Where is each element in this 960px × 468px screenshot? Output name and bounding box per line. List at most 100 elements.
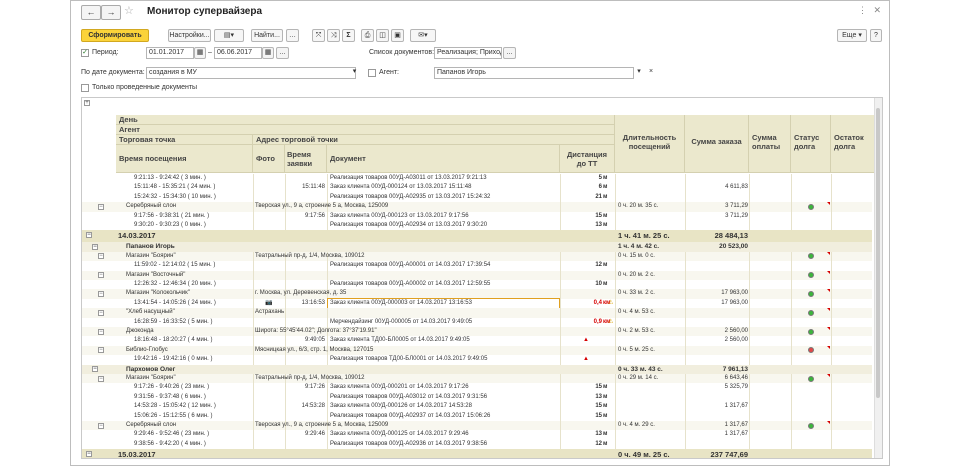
menu-dots-icon[interactable]: ⋮ bbox=[858, 5, 867, 16]
collapse-groups-icon[interactable]: ⤨ bbox=[327, 29, 340, 42]
expand-groups-icon[interactable]: ⤧ bbox=[312, 29, 325, 42]
agent-input[interactable]: Папанов Игорь bbox=[434, 67, 634, 79]
visit-row[interactable]: 19:42:16 - 19:42:16 ( 0 мин. ) Реализация… bbox=[82, 355, 872, 365]
settings-button[interactable]: Настройки... bbox=[168, 29, 211, 42]
back-arrow-icon[interactable]: ← bbox=[81, 5, 101, 20]
collapse-group-icon[interactable]: − bbox=[86, 450, 92, 457]
collapse-group-icon[interactable]: − bbox=[98, 203, 104, 210]
visit-row[interactable]: 15:06:26 - 15:12:55 ( 6 мин. ) Реализация… bbox=[82, 411, 872, 421]
favorite-star-icon[interactable]: ☆ bbox=[124, 4, 134, 17]
only-posted-checkbox[interactable] bbox=[81, 84, 89, 92]
visit-row[interactable]: 9:30:20 - 9:30:23 ( 0 мин. ) Реализация т… bbox=[82, 221, 872, 231]
more-label: Еще bbox=[842, 32, 857, 39]
save-icon[interactable]: ▣ bbox=[391, 29, 404, 42]
date-from-input[interactable]: 01.01.2017 bbox=[146, 47, 194, 59]
column-divider bbox=[253, 192, 254, 203]
scrollbar-thumb[interactable] bbox=[876, 108, 880, 398]
calendar-to-icon[interactable]: ▦ bbox=[262, 47, 274, 59]
outlet-row[interactable]: − Серебряный слон Тверская ул., 9 а, строе… bbox=[82, 202, 872, 212]
column-divider bbox=[560, 411, 561, 421]
visit-row[interactable]: 14:53:28 - 15:05:42 ( 12 мин. ) 14:53:28 З… bbox=[82, 402, 872, 412]
agent-clear-icon[interactable]: × bbox=[646, 67, 656, 79]
outlet-row[interactable]: − Магазин "Восточный" 0 ч. 20 м. 2 с. bbox=[82, 270, 872, 280]
collapse-group-icon[interactable]: − bbox=[98, 290, 104, 297]
doc-list-select-button[interactable]: ... bbox=[503, 47, 516, 59]
column-divider bbox=[831, 383, 832, 393]
outlet-row[interactable]: − "Хлеб насущный" Астрахань 0 ч. 4 м. 53 с. bbox=[82, 308, 872, 318]
column-divider bbox=[749, 308, 750, 318]
collapse-group-icon[interactable]: − bbox=[98, 272, 104, 279]
period-checkbox[interactable]: ✓ bbox=[81, 49, 89, 57]
visit-row[interactable]: 13:41:54 - 14:05:26 ( 24 мин. ) 📷 13:16:53… bbox=[82, 297, 872, 309]
variant-dropdown-button[interactable]: ▤▾ bbox=[214, 29, 244, 42]
collapse-group-icon[interactable]: − bbox=[92, 366, 98, 373]
forward-arrow-icon[interactable]: → bbox=[101, 5, 121, 20]
visit-row[interactable]: 9:38:56 - 9:42:20 ( 4 мин. ) Реализация т… bbox=[82, 439, 872, 450]
collapse-group-icon[interactable]: − bbox=[98, 328, 104, 335]
column-divider bbox=[831, 402, 832, 412]
collapse-group-icon[interactable]: − bbox=[98, 309, 104, 316]
camera-icon[interactable]: 📷 bbox=[265, 299, 272, 308]
collapse-group-icon[interactable]: − bbox=[98, 253, 104, 260]
visit-row[interactable]: 15:24:32 - 15:34:30 ( 10 мин. ) Реализаци… bbox=[82, 192, 872, 203]
expand-all-icon[interactable]: + bbox=[84, 100, 90, 106]
visit-row[interactable]: 9:17:56 - 9:38:31 ( 21 мин. ) 9:17:56 Зака… bbox=[82, 211, 872, 221]
column-divider bbox=[615, 327, 616, 337]
visit-row[interactable]: 9:31:56 - 9:37:48 ( 6 мин. ) Реализация т… bbox=[82, 392, 872, 403]
find-button[interactable]: Найти... bbox=[251, 29, 283, 42]
column-divider bbox=[285, 336, 286, 346]
vertical-scrollbar[interactable] bbox=[874, 98, 882, 458]
column-divider bbox=[749, 439, 750, 450]
close-icon[interactable]: ✕ bbox=[873, 5, 881, 16]
help-button[interactable]: ? bbox=[870, 29, 882, 42]
sum-icon[interactable]: Σ bbox=[342, 29, 355, 42]
outlet-row[interactable]: − Магазин "Боярин" Театральный пр-д, 1/4, … bbox=[82, 251, 872, 262]
chevron-down-icon[interactable]: ▾ bbox=[350, 67, 359, 79]
collapse-group-icon[interactable]: − bbox=[98, 375, 104, 382]
agent-row[interactable]: − Пархомов Олег 0 ч. 33 м. 43 с. 7 961,13 bbox=[82, 364, 872, 374]
collapse-group-icon[interactable]: − bbox=[98, 422, 104, 429]
outlet-row[interactable]: − Библио-Глобус Мясницкая ул., 6/3, стр. 1… bbox=[82, 345, 872, 356]
outlet-row[interactable]: − Серебряный слон Тверская ул., 9 а, строе… bbox=[82, 421, 872, 431]
visit-row[interactable]: 11:59:02 - 12:14:02 ( 15 мин. ) Реализаци… bbox=[82, 261, 872, 271]
visit-row[interactable]: 9:29:46 - 9:52:46 ( 23 мин. ) 9:29:46 Зака… bbox=[82, 430, 872, 440]
by-doc-date-select[interactable]: создания в МУ bbox=[146, 67, 356, 79]
collapse-group-icon[interactable]: − bbox=[92, 243, 98, 250]
column-divider bbox=[615, 261, 616, 271]
mail-icon[interactable]: ✉▾ bbox=[410, 29, 436, 42]
print-icon[interactable]: ⎙ bbox=[361, 29, 374, 42]
column-divider bbox=[791, 439, 792, 450]
visit-row[interactable]: 12:26:32 - 12:46:34 ( 20 мин. ) Реализаци… bbox=[82, 280, 872, 290]
period-select-button[interactable]: ... bbox=[276, 47, 289, 59]
day-row[interactable]: −14.03.2017 1 ч. 41 м. 25 с. 28 484,13 bbox=[82, 230, 872, 243]
column-divider bbox=[253, 392, 254, 403]
location-alert-icon: ▲ bbox=[583, 337, 589, 344]
agent-checkbox[interactable] bbox=[368, 69, 376, 77]
more-button[interactable]: Еще ▾ bbox=[837, 29, 867, 42]
column-divider bbox=[831, 355, 832, 365]
collapse-group-icon[interactable]: − bbox=[98, 347, 104, 354]
day-row[interactable]: −15.03.2017 0 ч. 49 м. 25 с. 237 747,69 bbox=[82, 449, 872, 458]
calendar-from-icon[interactable]: ▦ bbox=[194, 47, 206, 59]
preview-icon[interactable]: ◫ bbox=[376, 29, 389, 42]
visit-row[interactable]: 18:16:48 - 18:20:27 ( 4 мин. ) 9:49:05 Зак… bbox=[82, 336, 872, 346]
generate-button[interactable]: Сформировать bbox=[81, 29, 149, 42]
date-to-input[interactable]: 06.06.2017 bbox=[214, 47, 262, 59]
visit-row[interactable]: 15:11:48 - 15:35:21 ( 24 мин. ) 15:11:48 З… bbox=[82, 183, 872, 193]
outlet-row[interactable]: − Магазин "Боярин" Театральный пр-д, 1/4, … bbox=[82, 374, 872, 384]
agent-chevron-down-icon[interactable]: ▾ bbox=[634, 67, 644, 79]
column-divider bbox=[327, 411, 328, 421]
column-divider bbox=[791, 402, 792, 412]
column-divider bbox=[253, 383, 254, 393]
collapse-group-icon[interactable]: − bbox=[86, 231, 92, 238]
comment-marker-icon bbox=[827, 327, 830, 330]
find-next-icon[interactable]: … bbox=[286, 29, 299, 42]
column-divider bbox=[615, 289, 616, 299]
visit-row[interactable]: 16:28:59 - 16:33:52 ( 5 мин. ) Мерчендайз… bbox=[82, 317, 872, 327]
outlet-row[interactable]: − Джоконда Широта: 55°45'44.02"; Долгота: … bbox=[82, 327, 872, 337]
visit-row[interactable]: 9:17:26 - 9:40:26 ( 23 мин. ) 9:17:26 Зака… bbox=[82, 383, 872, 393]
agent-row[interactable]: − Папанов Игорь 1 ч. 4 м. 42 с. 20 523,00 bbox=[82, 242, 872, 252]
column-divider bbox=[560, 202, 561, 212]
visit-row[interactable]: 9:21:13 - 9:24:42 ( 3 мин. ) Реализация т… bbox=[82, 174, 872, 184]
doc-list-input[interactable]: Реализация; Приходны bbox=[434, 47, 502, 59]
